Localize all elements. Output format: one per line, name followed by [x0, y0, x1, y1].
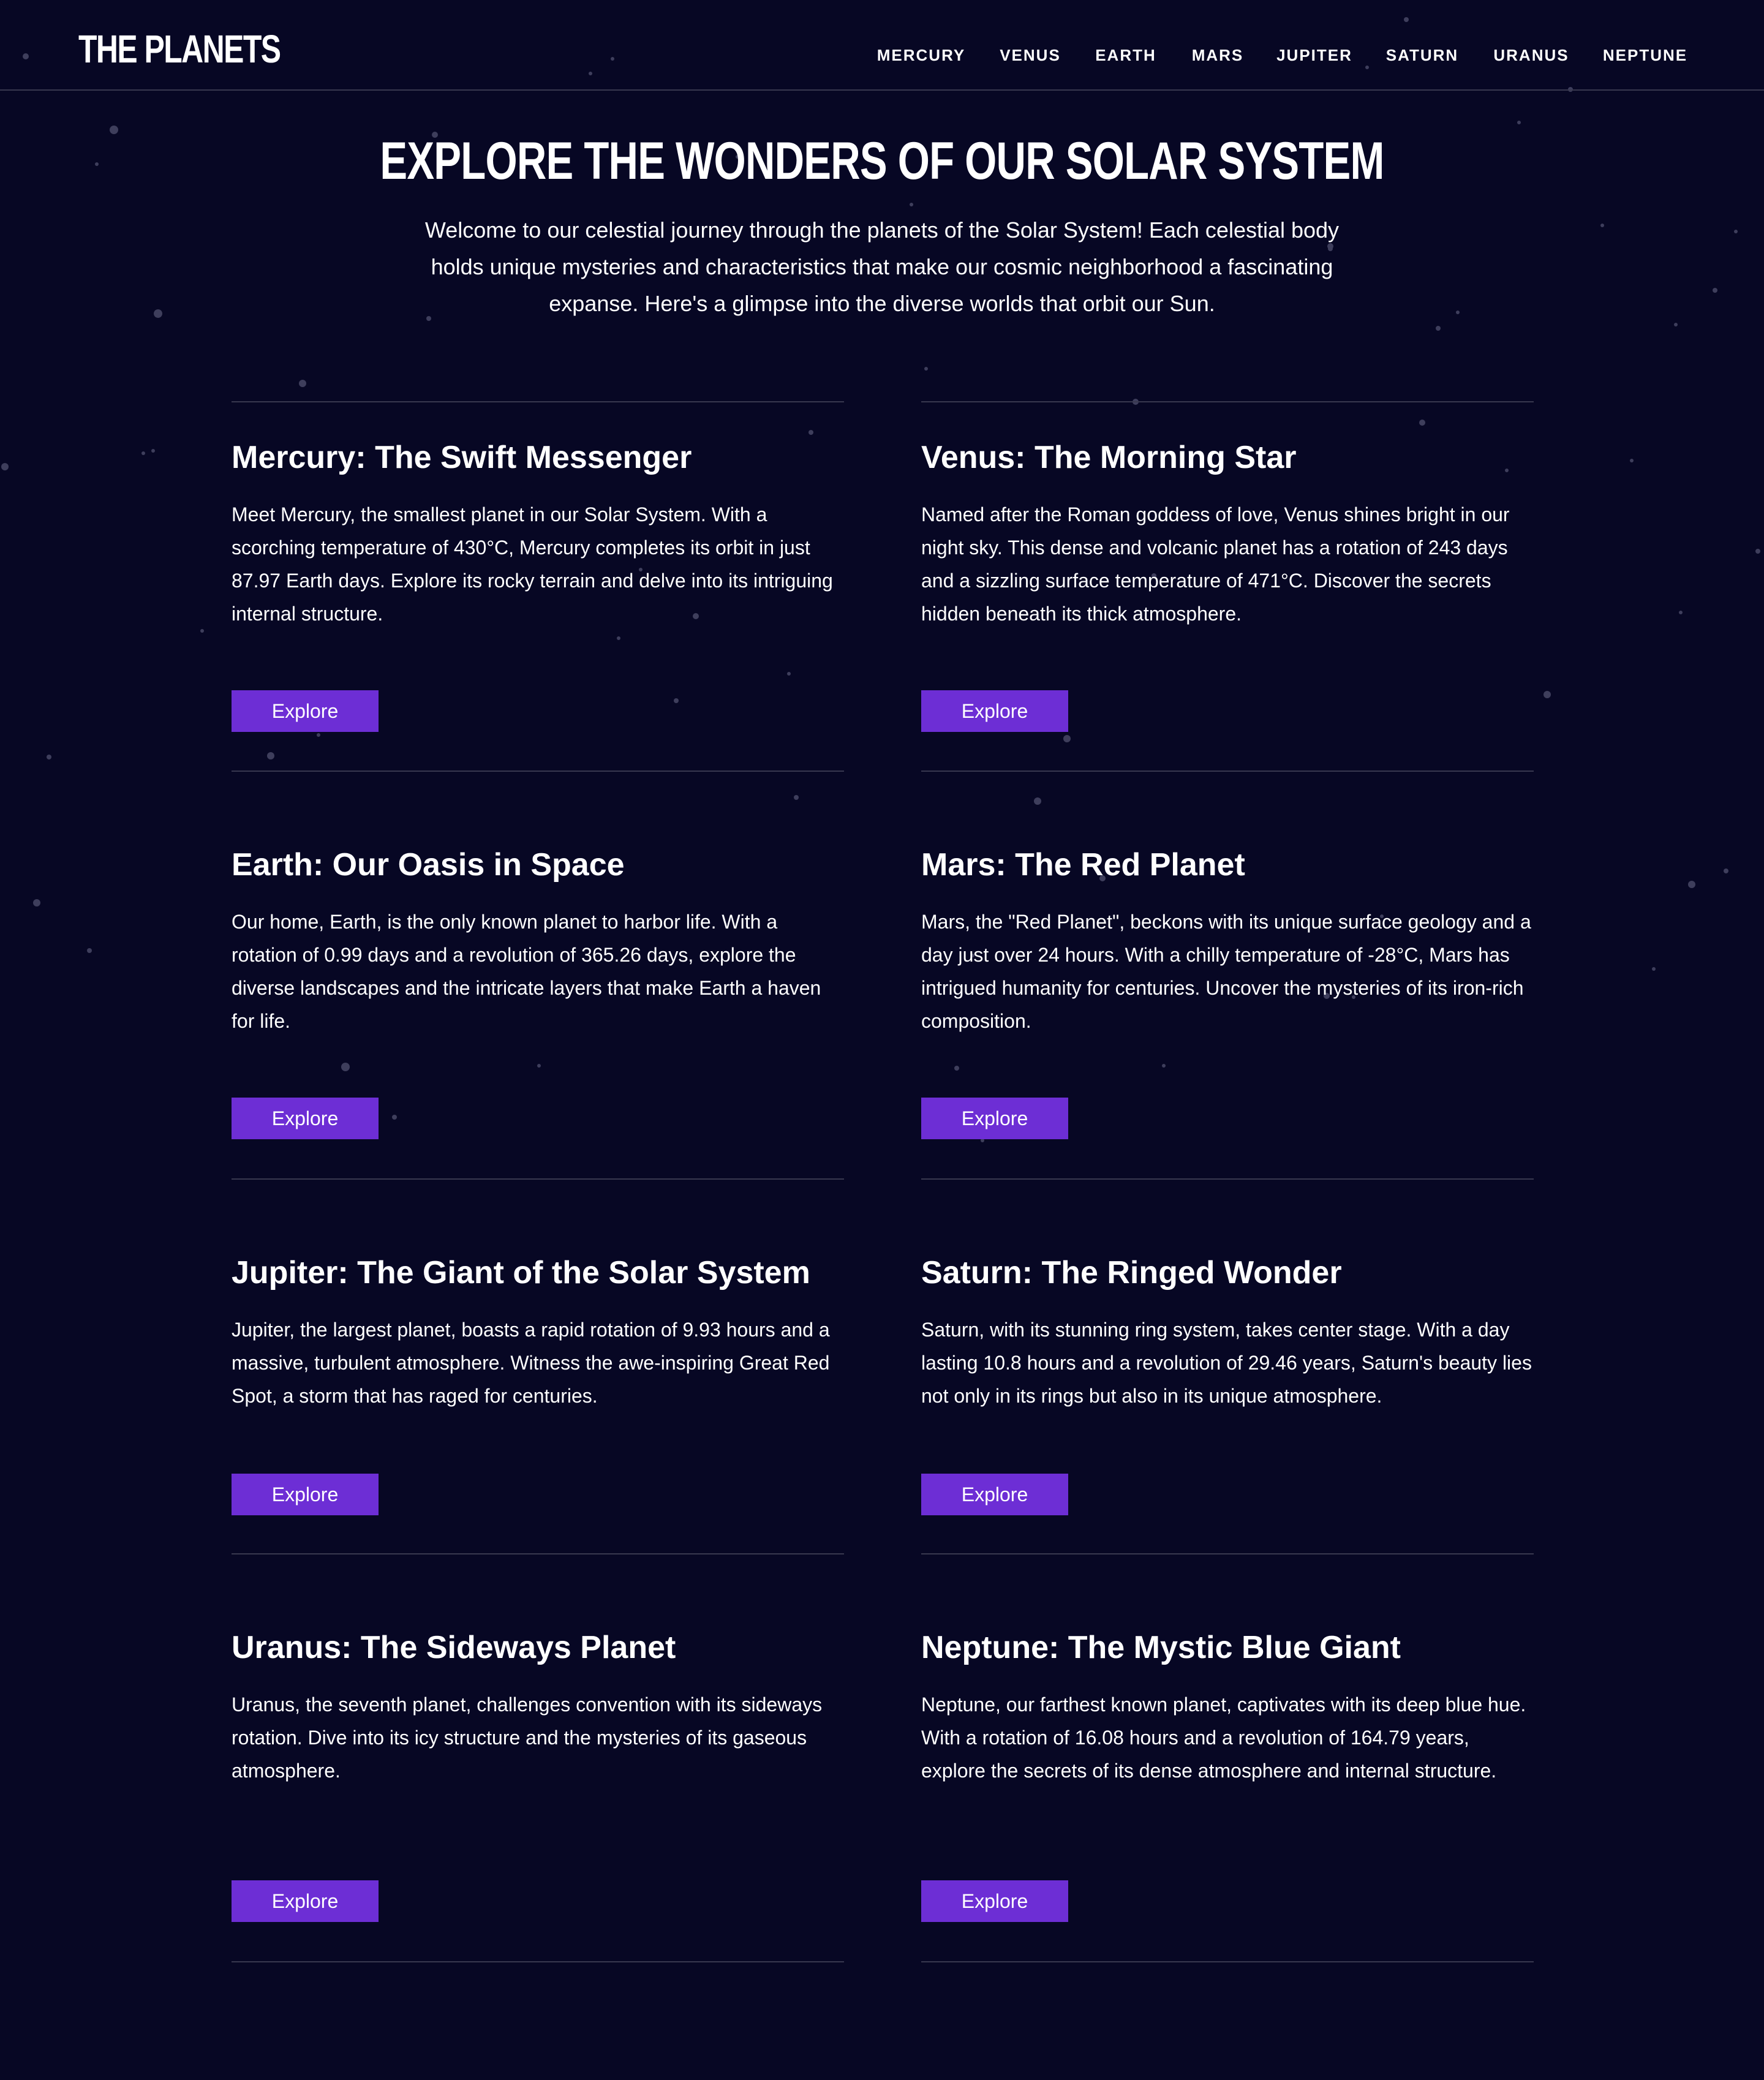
planet-card-mars: Mars: The Red Planet Mars, the "Red Plan…	[921, 771, 1534, 1178]
planet-card-title: Venus: The Morning Star	[921, 440, 1297, 475]
nav-link-saturn[interactable]: SATURN	[1386, 37, 1458, 73]
planet-card-title: Mars: The Red Planet	[921, 847, 1245, 883]
planet-card-earth: Earth: Our Oasis in Space Our home, Eart…	[232, 771, 844, 1178]
planet-card-title: Earth: Our Oasis in Space	[232, 847, 625, 883]
planet-card-title: Uranus: The Sideways Planet	[232, 1630, 676, 1665]
planet-card-description: Jupiter, the largest planet, boasts a ra…	[232, 1319, 830, 1407]
planet-card-mercury: Mercury: The Swift Messenger Meet Mercur…	[232, 401, 844, 771]
explore-button-venus[interactable]: Explore	[921, 690, 1068, 732]
planet-card-title: Mercury: The Swift Messenger	[232, 440, 692, 475]
nav-link-mars[interactable]: MARS	[1192, 37, 1244, 73]
planet-card-description: Mars, the "Red Planet", beckons with its…	[921, 911, 1531, 1032]
hero-intro-text: Welcome to our celestial journey through…	[424, 217, 1340, 316]
planet-card-jupiter: Jupiter: The Giant of the Solar System J…	[232, 1178, 844, 1554]
hero-section: EXPLORE THE WONDERS OF OUR SOLAR SYSTEM …	[0, 127, 1764, 322]
planet-card-title: Saturn: The Ringed Wonder	[921, 1255, 1342, 1291]
explore-button-uranus[interactable]: Explore	[232, 1880, 379, 1922]
site-header: THE PLANETS MERCURY VENUS EARTH MARS JUP…	[0, 0, 1764, 91]
planet-card-description: Our home, Earth, is the only known plane…	[232, 911, 821, 1032]
explore-button-saturn[interactable]: Explore	[921, 1474, 1068, 1515]
page-title: EXPLORE THE WONDERS OF OUR SOLAR SYSTEM	[380, 132, 1384, 190]
planet-card-venus: Venus: The Morning Star Named after the …	[921, 401, 1534, 771]
nav-link-venus[interactable]: VENUS	[1000, 37, 1061, 73]
planet-card-uranus: Uranus: The Sideways Planet Uranus, the …	[232, 1553, 844, 1962]
explore-button-mercury[interactable]: Explore	[232, 690, 379, 732]
planet-card-description: Neptune, our farthest known planet, capt…	[921, 1694, 1526, 1782]
planet-card-title: Jupiter: The Giant of the Solar System	[232, 1255, 810, 1291]
explore-button-earth[interactable]: Explore	[232, 1098, 379, 1139]
nav-link-earth[interactable]: EARTH	[1095, 37, 1156, 73]
planet-card-description: Meet Mercury, the smallest planet in our…	[232, 503, 833, 625]
explore-button-neptune[interactable]: Explore	[921, 1880, 1068, 1922]
nav-link-jupiter[interactable]: JUPITER	[1276, 37, 1352, 73]
planet-card-description: Uranus, the seventh planet, challenges c…	[232, 1694, 823, 1782]
planet-card-description: Named after the Roman goddess of love, V…	[921, 503, 1510, 625]
explore-button-jupiter[interactable]: Explore	[232, 1474, 379, 1515]
nav-link-neptune[interactable]: NEPTUNE	[1603, 37, 1687, 73]
planet-card-title: Neptune: The Mystic Blue Giant	[921, 1630, 1401, 1665]
planet-card-saturn: Saturn: The Ringed Wonder Saturn, with i…	[921, 1178, 1534, 1554]
nav-link-mercury[interactable]: MERCURY	[877, 37, 965, 73]
planet-card-description: Saturn, with its stunning ring system, t…	[921, 1319, 1532, 1407]
nav-link-uranus[interactable]: URANUS	[1493, 37, 1569, 73]
main-nav: MERCURY VENUS EARTH MARS JUPITER SATURN …	[0, 37, 1764, 73]
explore-button-mars[interactable]: Explore	[921, 1098, 1068, 1139]
planet-card-neptune: Neptune: The Mystic Blue Giant Neptune, …	[921, 1553, 1534, 1962]
